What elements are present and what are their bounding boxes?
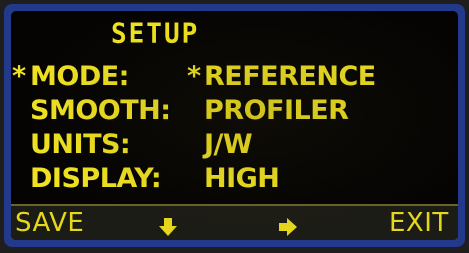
- menu-row-display[interactable]: DISPLAY: HIGH: [11, 163, 458, 197]
- menu-row-mode[interactable]: * MODE: * REFERENCE: [11, 61, 458, 95]
- value-cursor: *: [187, 61, 201, 92]
- menu-row-smooth[interactable]: SMOOTH: PROFILER: [11, 95, 458, 129]
- row-value: PROFILER: [204, 95, 349, 126]
- screen-title: SETUP: [111, 18, 200, 50]
- row-value: HIGH: [204, 163, 280, 194]
- menu-row-units[interactable]: UNITS: J/W: [11, 129, 458, 163]
- row-label: SMOOTH:: [30, 95, 171, 126]
- row-value: REFERENCE: [204, 61, 376, 92]
- row-label: DISPLAY:: [30, 163, 162, 194]
- exit-softkey[interactable]: EXIT: [389, 208, 449, 238]
- row-cursor: *: [12, 61, 26, 92]
- lcd-screen: SETUP * MODE: * REFERENCE SMOOTH: PROFIL…: [11, 11, 458, 240]
- softkey-bar: SAVE EXIT: [11, 204, 458, 240]
- save-softkey[interactable]: SAVE: [15, 208, 84, 238]
- row-value: J/W: [204, 129, 253, 160]
- arrow-right-icon[interactable]: [277, 216, 299, 238]
- arrow-down-icon[interactable]: [157, 216, 179, 238]
- row-label: UNITS:: [30, 129, 131, 160]
- row-label: MODE:: [30, 61, 129, 92]
